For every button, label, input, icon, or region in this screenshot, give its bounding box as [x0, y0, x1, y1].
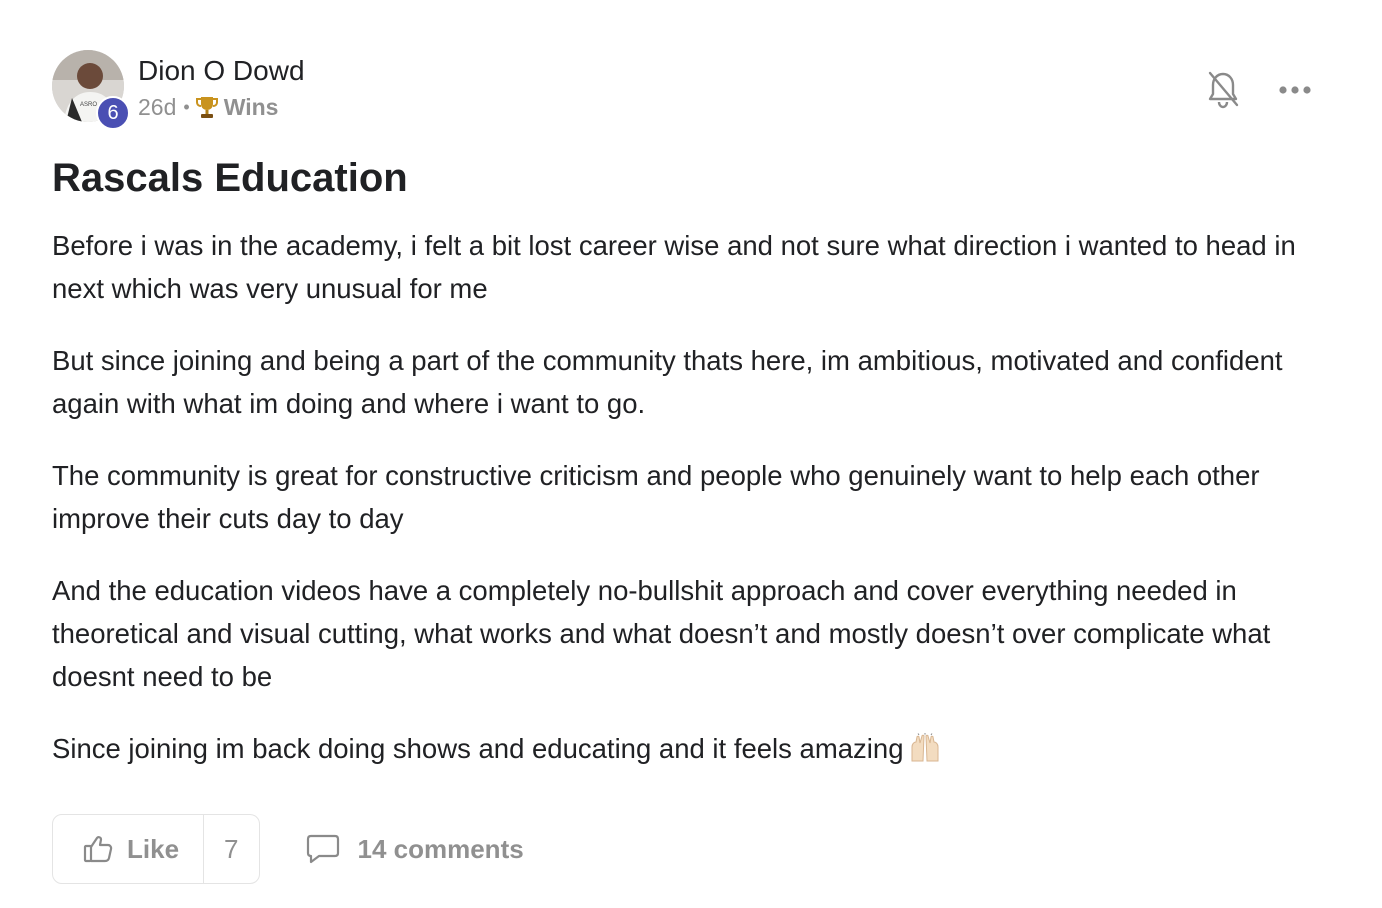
post-category[interactable]: Wins [224, 93, 279, 121]
bell-off-icon[interactable] [1206, 70, 1240, 110]
post-meta: Dion O Dowd 26d • Wins [138, 55, 305, 121]
post-paragraph: Before i was in the academy, i felt a bi… [52, 230, 1296, 304]
post-sub-meta: 26d • Wins [138, 93, 305, 121]
raising-hands-emoji-icon [909, 732, 941, 775]
post-paragraph: The community is great for constructive … [52, 460, 1260, 534]
level-badge: 6 [96, 96, 130, 130]
trophy-icon [195, 95, 218, 119]
comment-bubble-icon [306, 834, 340, 864]
post-body: Before i was in the academy, i felt a bi… [52, 224, 1342, 804]
post-time[interactable]: 26d [138, 93, 176, 121]
like-label: Like [127, 833, 180, 864]
post-paragraph: And the education videos have a complete… [52, 575, 1271, 692]
post-title: Rascals Education [52, 156, 408, 200]
comments-button[interactable]: 14 comments [306, 834, 524, 865]
post-footer: Like 7 14 comments [52, 814, 524, 884]
like-count[interactable]: 7 [203, 815, 258, 883]
post-paragraph-last: Since joining im back doing shows and ed… [52, 727, 1342, 775]
post-card: ASRO 6 Dion O Dowd 26d • Wins Rascals Ed… [0, 0, 1382, 908]
post-header: ASRO 6 Dion O Dowd 26d • Wins [52, 50, 305, 130]
comments-label: 14 comments [357, 833, 524, 864]
like-control: Like 7 [52, 814, 260, 884]
like-button[interactable]: Like [53, 815, 203, 883]
post-actions [1206, 70, 1312, 110]
post-paragraph: But since joining and being a part of th… [52, 345, 1283, 419]
meta-separator: • [183, 97, 190, 117]
svg-text:ASRO: ASRO [80, 102, 97, 108]
post-paragraph-text: Since joining im back doing shows and ed… [52, 733, 904, 764]
thumbs-up-icon [83, 835, 113, 863]
more-options-icon[interactable] [1278, 84, 1312, 96]
author-avatar[interactable]: ASRO 6 [52, 50, 130, 130]
author-name[interactable]: Dion O Dowd [138, 55, 305, 87]
